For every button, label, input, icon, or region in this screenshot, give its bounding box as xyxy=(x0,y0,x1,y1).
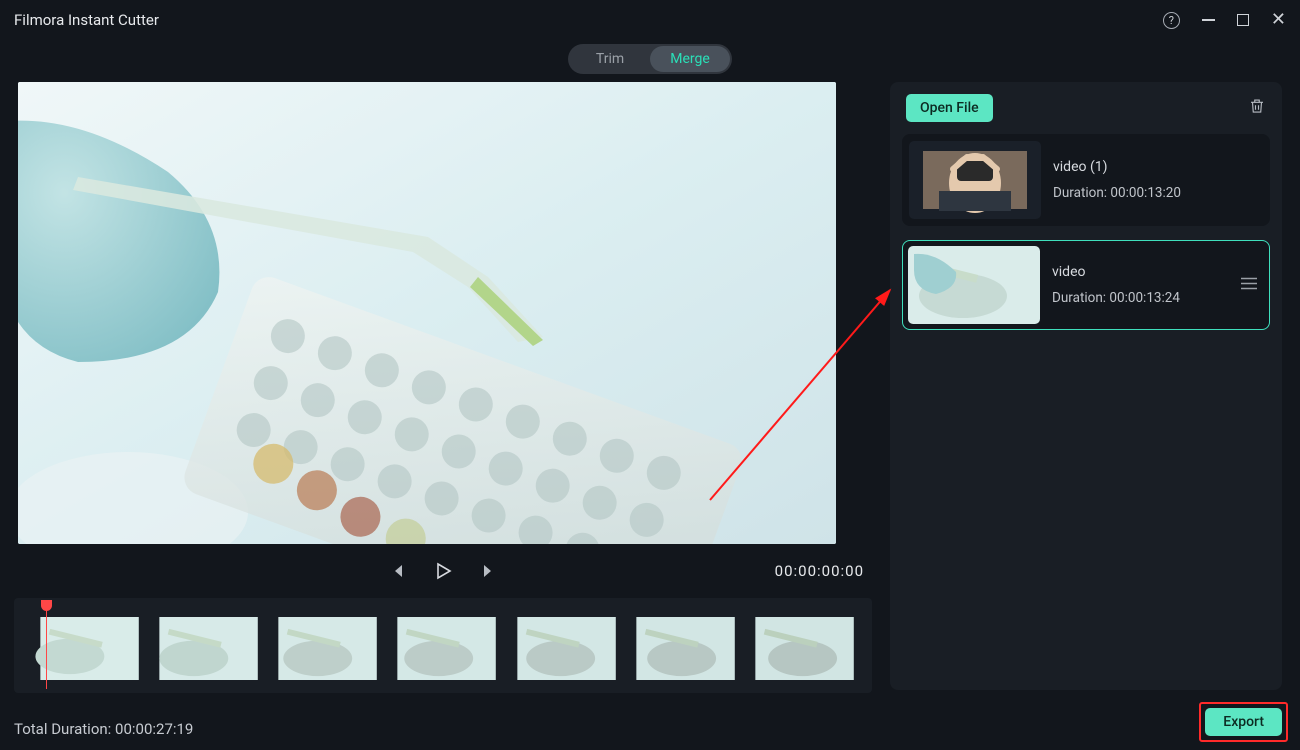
video-preview[interactable] xyxy=(18,82,836,544)
clip-duration: Duration: 00:00:13:24 xyxy=(1052,290,1180,306)
left-column: 00:00:00:00 xyxy=(14,82,872,693)
clip-duration: Duration: 00:00:13:20 xyxy=(1053,185,1181,201)
export-button[interactable]: Export xyxy=(1205,708,1282,736)
close-icon[interactable]: ✕ xyxy=(1271,11,1286,29)
timeline-thumb xyxy=(270,617,385,680)
timeline-thumb xyxy=(151,617,266,680)
clip-thumbnail xyxy=(908,246,1040,324)
drag-handle-icon[interactable] xyxy=(1241,276,1257,295)
tabs-row: Trim Merge xyxy=(0,44,1300,74)
clip-info: video (1) Duration: 00:00:13:20 xyxy=(1053,159,1181,201)
timeline[interactable] xyxy=(14,598,872,693)
window-controls: ? ✕ xyxy=(1163,11,1286,29)
clip-thumbnail xyxy=(909,141,1041,219)
player-controls: 00:00:00:00 xyxy=(14,546,872,596)
timeline-thumb xyxy=(32,617,147,680)
tab-merge[interactable]: Merge xyxy=(650,46,730,72)
current-timecode: 00:00:00:00 xyxy=(775,562,864,580)
app-title: Filmora Instant Cutter xyxy=(14,11,159,29)
clip-card[interactable]: video (1) Duration: 00:00:13:20 xyxy=(902,134,1270,226)
open-file-button[interactable]: Open File xyxy=(906,94,993,122)
timeline-thumbnails xyxy=(32,617,862,680)
timeline-thumb xyxy=(389,617,504,680)
timeline-thumb xyxy=(628,617,743,680)
mode-segmented: Trim Merge xyxy=(568,44,732,74)
export-highlight: Export xyxy=(1199,702,1288,742)
total-duration-label: Total Duration: 00:00:27:19 xyxy=(14,720,193,738)
sidebar-header: Open File xyxy=(902,94,1270,122)
prev-frame-icon[interactable] xyxy=(388,562,406,580)
clip-card[interactable]: video Duration: 00:00:13:24 xyxy=(902,240,1270,330)
timeline-thumb xyxy=(509,617,624,680)
playhead[interactable] xyxy=(46,602,47,689)
titlebar: Filmora Instant Cutter ? ✕ xyxy=(0,0,1300,40)
clip-info: video Duration: 00:00:13:24 xyxy=(1052,264,1180,306)
next-frame-icon[interactable] xyxy=(480,562,498,580)
clip-name: video xyxy=(1052,264,1180,280)
timeline-thumb xyxy=(747,617,862,680)
clip-sidebar: Open File video (1) Duration: 00:00:13:2… xyxy=(890,82,1282,690)
tab-trim[interactable]: Trim xyxy=(570,46,650,72)
main-content: 00:00:00:00 Open File xyxy=(0,82,1300,693)
clip-name: video (1) xyxy=(1053,159,1181,175)
help-icon[interactable]: ? xyxy=(1163,12,1180,29)
minimize-icon[interactable] xyxy=(1202,19,1215,21)
footer: Total Duration: 00:00:27:19 xyxy=(0,708,1300,750)
delete-icon[interactable] xyxy=(1248,97,1266,119)
play-icon[interactable] xyxy=(434,562,452,580)
maximize-icon[interactable] xyxy=(1237,14,1249,26)
